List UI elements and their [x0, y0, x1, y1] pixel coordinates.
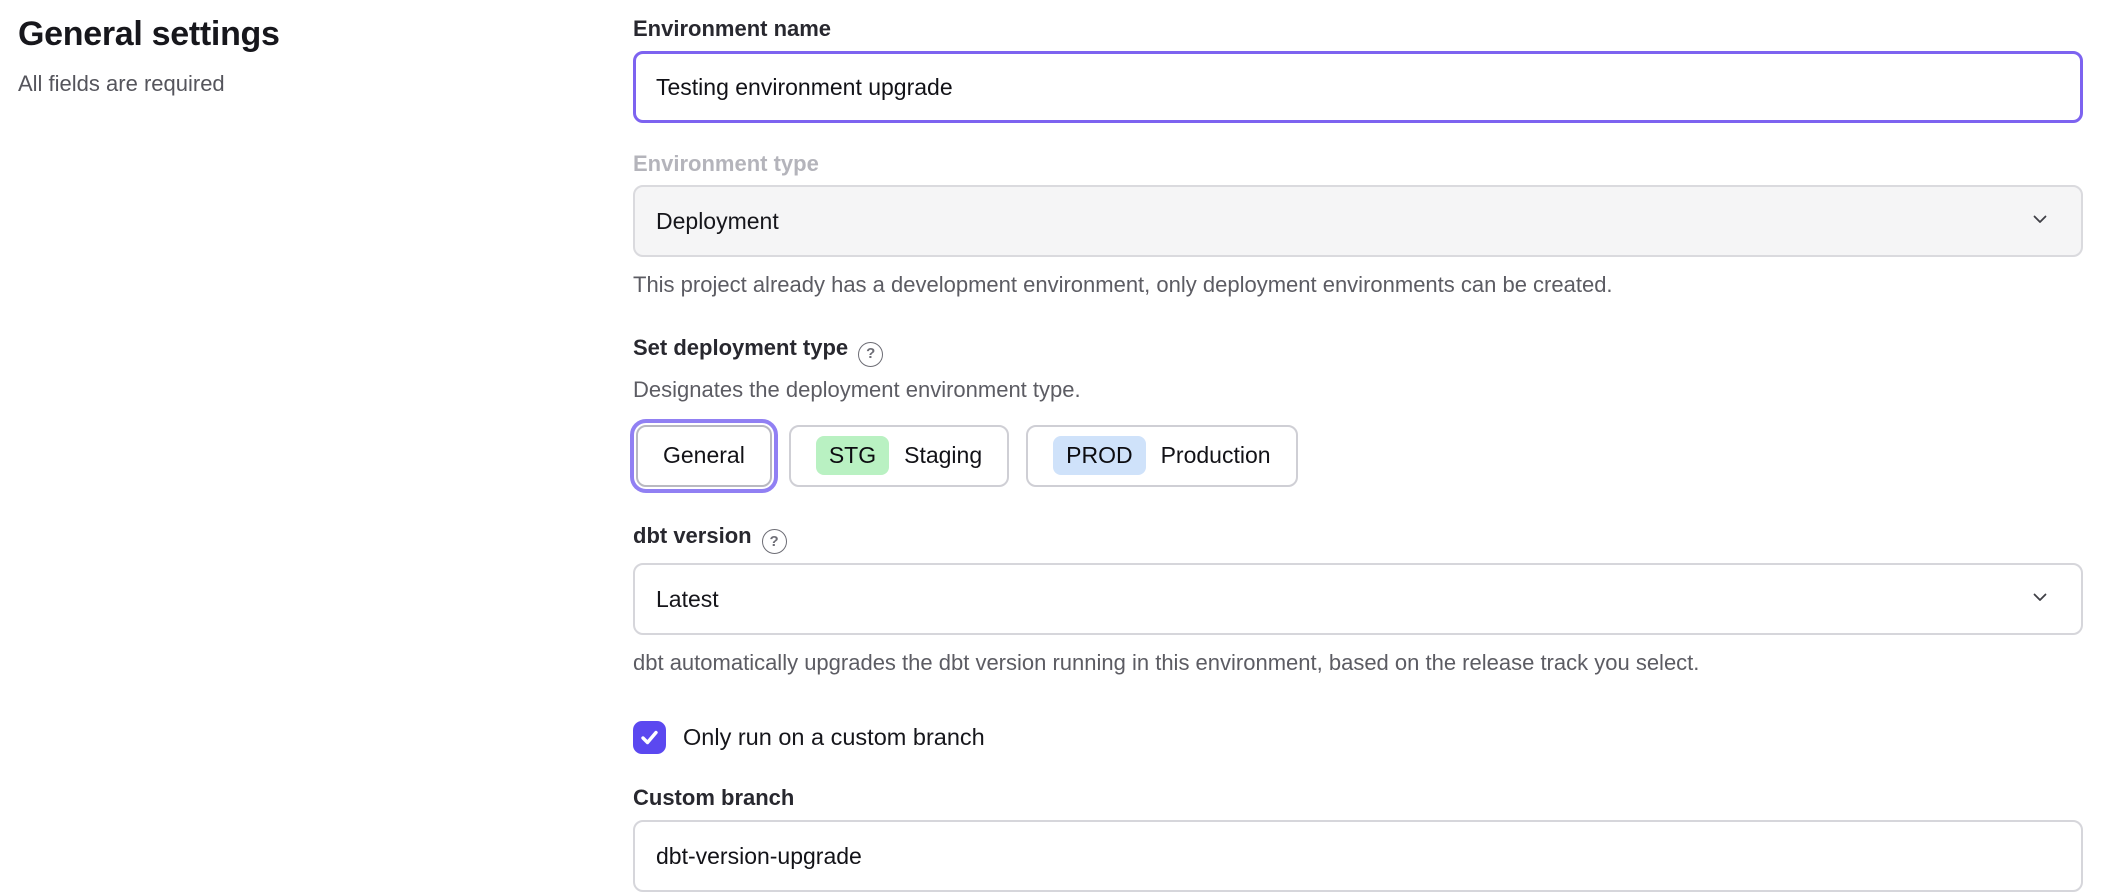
environment-type-field: Environment type Deployment This project… [633, 149, 2083, 300]
help-icon[interactable]: ? [858, 342, 883, 367]
environment-settings-page: General settings All fields are required… [0, 0, 2116, 892]
settings-intro-panel: General settings All fields are required [18, 14, 633, 892]
help-icon[interactable]: ? [762, 529, 787, 554]
custom-branch-checkbox[interactable] [633, 721, 666, 754]
custom-branch-input[interactable] [633, 820, 2083, 892]
dbt-version-label: dbt version? [633, 521, 2083, 555]
environment-name-input[interactable] [633, 51, 2083, 123]
deployment-type-option-staging-label: Staging [904, 442, 982, 469]
custom-branch-field: Custom branch [633, 783, 2083, 892]
settings-form: Environment name Environment type Deploy… [633, 14, 2083, 892]
deployment-type-option-production[interactable]: PROD Production [1026, 425, 1297, 487]
environment-type-label: Environment type [633, 149, 2083, 179]
staging-badge: STG [816, 436, 889, 475]
deployment-type-label: Set deployment type? [633, 333, 2083, 367]
environment-name-label: Environment name [633, 14, 2083, 44]
deployment-type-field: Set deployment type? Designates the depl… [633, 333, 2083, 493]
production-badge: PROD [1053, 436, 1145, 475]
environment-name-field: Environment name [633, 14, 2083, 123]
deployment-type-option-general[interactable]: General [636, 425, 772, 487]
dbt-version-value: Latest [656, 586, 719, 613]
environment-type-value: Deployment [656, 208, 779, 235]
checkmark-icon [639, 727, 660, 748]
chevron-down-icon [2030, 586, 2050, 613]
dbt-version-field: dbt version? Latest dbt automatically up… [633, 521, 2083, 679]
deployment-type-helper: Designates the deployment environment ty… [633, 375, 2083, 405]
chevron-down-icon [2030, 208, 2050, 235]
custom-branch-checkbox-label: Only run on a custom branch [683, 724, 985, 751]
environment-type-select: Deployment [633, 185, 2083, 257]
environment-type-helper: This project already has a development e… [633, 270, 2083, 300]
deployment-type-options: General STG Staging PROD Production [633, 419, 2083, 493]
custom-branch-toggle-row: Only run on a custom branch [633, 721, 2083, 754]
page-title: General settings [18, 14, 633, 55]
deployment-type-option-production-label: Production [1161, 442, 1271, 469]
page-subtitle: All fields are required [18, 70, 633, 99]
dbt-version-helper: dbt automatically upgrades the dbt versi… [633, 648, 2083, 678]
deployment-type-option-general-label: General [663, 442, 745, 469]
dbt-version-select[interactable]: Latest [633, 563, 2083, 635]
custom-branch-label: Custom branch [633, 783, 2083, 813]
deployment-type-option-staging[interactable]: STG Staging [789, 425, 1009, 487]
